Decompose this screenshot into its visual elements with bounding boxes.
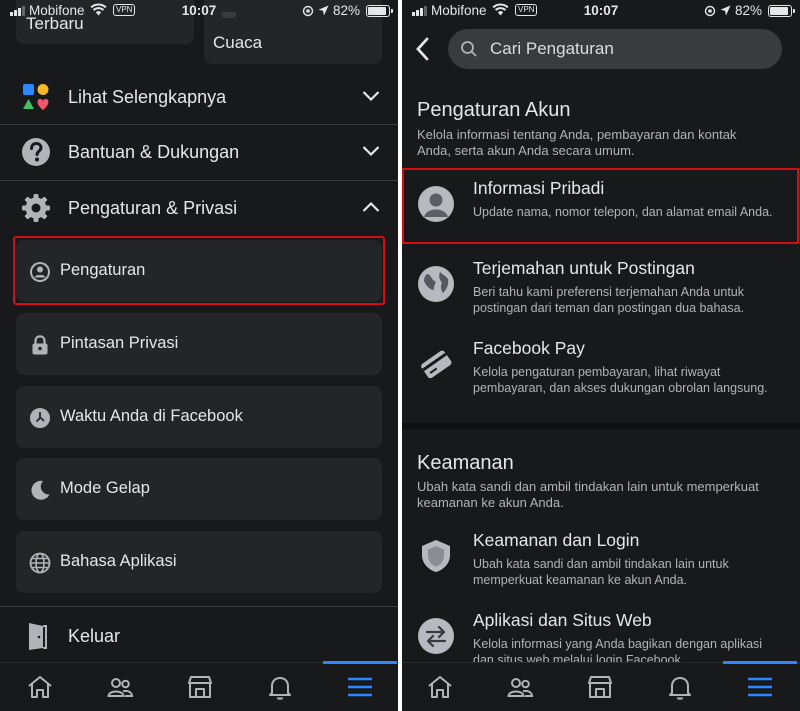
logout-label: Keluar — [68, 626, 121, 646]
section-desc-account: Kelola informasi tentang Anda, pembayara… — [417, 127, 737, 158]
globe-icon — [418, 266, 454, 302]
settings-privacy-row[interactable]: Pengaturan & Privasi — [0, 181, 398, 235]
app-language-label: Bahasa Aplikasi — [60, 552, 177, 570]
location-icon — [720, 5, 731, 16]
search-placeholder: Cari Pengaturan — [490, 39, 614, 58]
lock-icon — [32, 335, 48, 355]
section-title-account: Pengaturan Akun — [417, 99, 571, 121]
section-separator — [402, 423, 800, 429]
chevron-down-icon — [362, 91, 380, 102]
entry-desc: Kelola pengaturan pembayaran, lihat riwa… — [473, 365, 768, 395]
dark-mode-label: Mode Gelap — [60, 479, 150, 497]
shortcut-card-label: Cuaca — [213, 33, 263, 52]
orientation-lock-icon — [704, 5, 716, 16]
shapes-icon — [23, 84, 49, 110]
active-tab-indicator — [323, 661, 397, 664]
menu-icon[interactable] — [346, 673, 374, 701]
status-bar: Mobifone VPN 10:07 82% — [0, 0, 398, 22]
entry-title: Terjemahan untuk Postingan — [473, 258, 695, 278]
door-icon — [29, 623, 47, 650]
highlight-box — [402, 168, 799, 244]
swap-arrows-icon — [418, 618, 454, 654]
orientation-lock-icon — [302, 5, 314, 16]
left-screen: Terbaru Cuaca Mobifone VPN 10:07 82% Lih… — [0, 0, 398, 711]
menu-icon[interactable] — [746, 673, 774, 701]
dark-mode-item[interactable]: Mode Gelap — [16, 458, 382, 520]
battery-percent: 82% — [734, 3, 762, 18]
search-icon — [461, 41, 477, 57]
entry-title: Keamanan dan Login — [473, 530, 640, 550]
translation-entry[interactable]: Terjemahan untuk Postingan Beri tahu kam… — [402, 258, 800, 328]
help-support-row[interactable]: Bantuan & Dukungan — [0, 125, 398, 179]
marketplace-icon[interactable] — [186, 673, 214, 701]
help-icon — [22, 138, 50, 166]
home-icon[interactable] — [26, 673, 54, 701]
bottom-nav — [0, 661, 398, 711]
marketplace-icon[interactable] — [586, 673, 614, 701]
gear-icon — [22, 194, 50, 222]
friends-icon[interactable] — [506, 673, 534, 701]
see-more-row[interactable]: Lihat Selengkapnya — [0, 70, 398, 124]
clock-icon — [30, 408, 50, 428]
security-login-entry[interactable]: Keamanan dan Login Ubah kata sandi dan a… — [402, 530, 800, 594]
battery-percent: 82% — [332, 3, 360, 18]
entry-desc: Beri tahu kami preferensi terjemahan And… — [473, 285, 745, 315]
privacy-shortcuts-item[interactable]: Pintasan Privasi — [16, 313, 382, 375]
notifications-icon[interactable] — [266, 673, 294, 701]
globe-icon — [29, 552, 51, 574]
entry-desc: Ubah kata sandi dan ambil tindakan lain … — [473, 557, 729, 587]
status-bar: Mobifone VPN 10:07 82% — [402, 0, 800, 22]
right-screen: Mobifone VPN 10:07 82% Cari Pengaturan P… — [402, 0, 800, 711]
entry-title: Facebook Pay — [473, 338, 585, 358]
settings-privacy-label: Pengaturan & Privasi — [68, 198, 238, 218]
logout-row[interactable]: Keluar — [0, 609, 398, 663]
your-time-item[interactable]: Waktu Anda di Facebook — [16, 386, 382, 448]
active-tab-indicator — [723, 661, 797, 664]
your-time-label: Waktu Anda di Facebook — [60, 407, 243, 425]
shield-icon — [418, 538, 454, 574]
highlight-box — [13, 236, 385, 305]
moon-icon — [31, 480, 50, 500]
friends-icon[interactable] — [106, 673, 134, 701]
divider — [0, 606, 398, 607]
home-icon[interactable] — [426, 673, 454, 701]
section-desc-security: Ubah kata sandi dan ambil tindakan lain … — [417, 479, 759, 510]
help-support-label: Bantuan & Dukungan — [68, 142, 240, 162]
app-language-item[interactable]: Bahasa Aplikasi — [16, 531, 382, 593]
notifications-icon[interactable] — [666, 673, 694, 701]
back-arrow-icon[interactable] — [412, 36, 434, 62]
bottom-nav — [402, 661, 800, 711]
location-icon — [318, 5, 329, 16]
entry-title: Aplikasi dan Situs Web — [473, 610, 652, 630]
credit-card-icon — [418, 346, 454, 382]
battery-icon — [366, 4, 393, 17]
apps-websites-entry[interactable]: Aplikasi dan Situs Web Kelola informasi … — [402, 610, 800, 667]
see-more-label: Lihat Selengkapnya — [68, 87, 227, 107]
chevron-up-icon — [362, 201, 380, 212]
battery-icon — [768, 4, 795, 17]
facebook-pay-entry[interactable]: Facebook Pay Kelola pengaturan pembayara… — [402, 338, 800, 418]
privacy-shortcuts-label: Pintasan Privasi — [60, 334, 179, 352]
section-title-security: Keamanan — [417, 452, 514, 474]
search-input[interactable]: Cari Pengaturan — [448, 29, 782, 69]
chevron-down-icon — [362, 146, 380, 157]
